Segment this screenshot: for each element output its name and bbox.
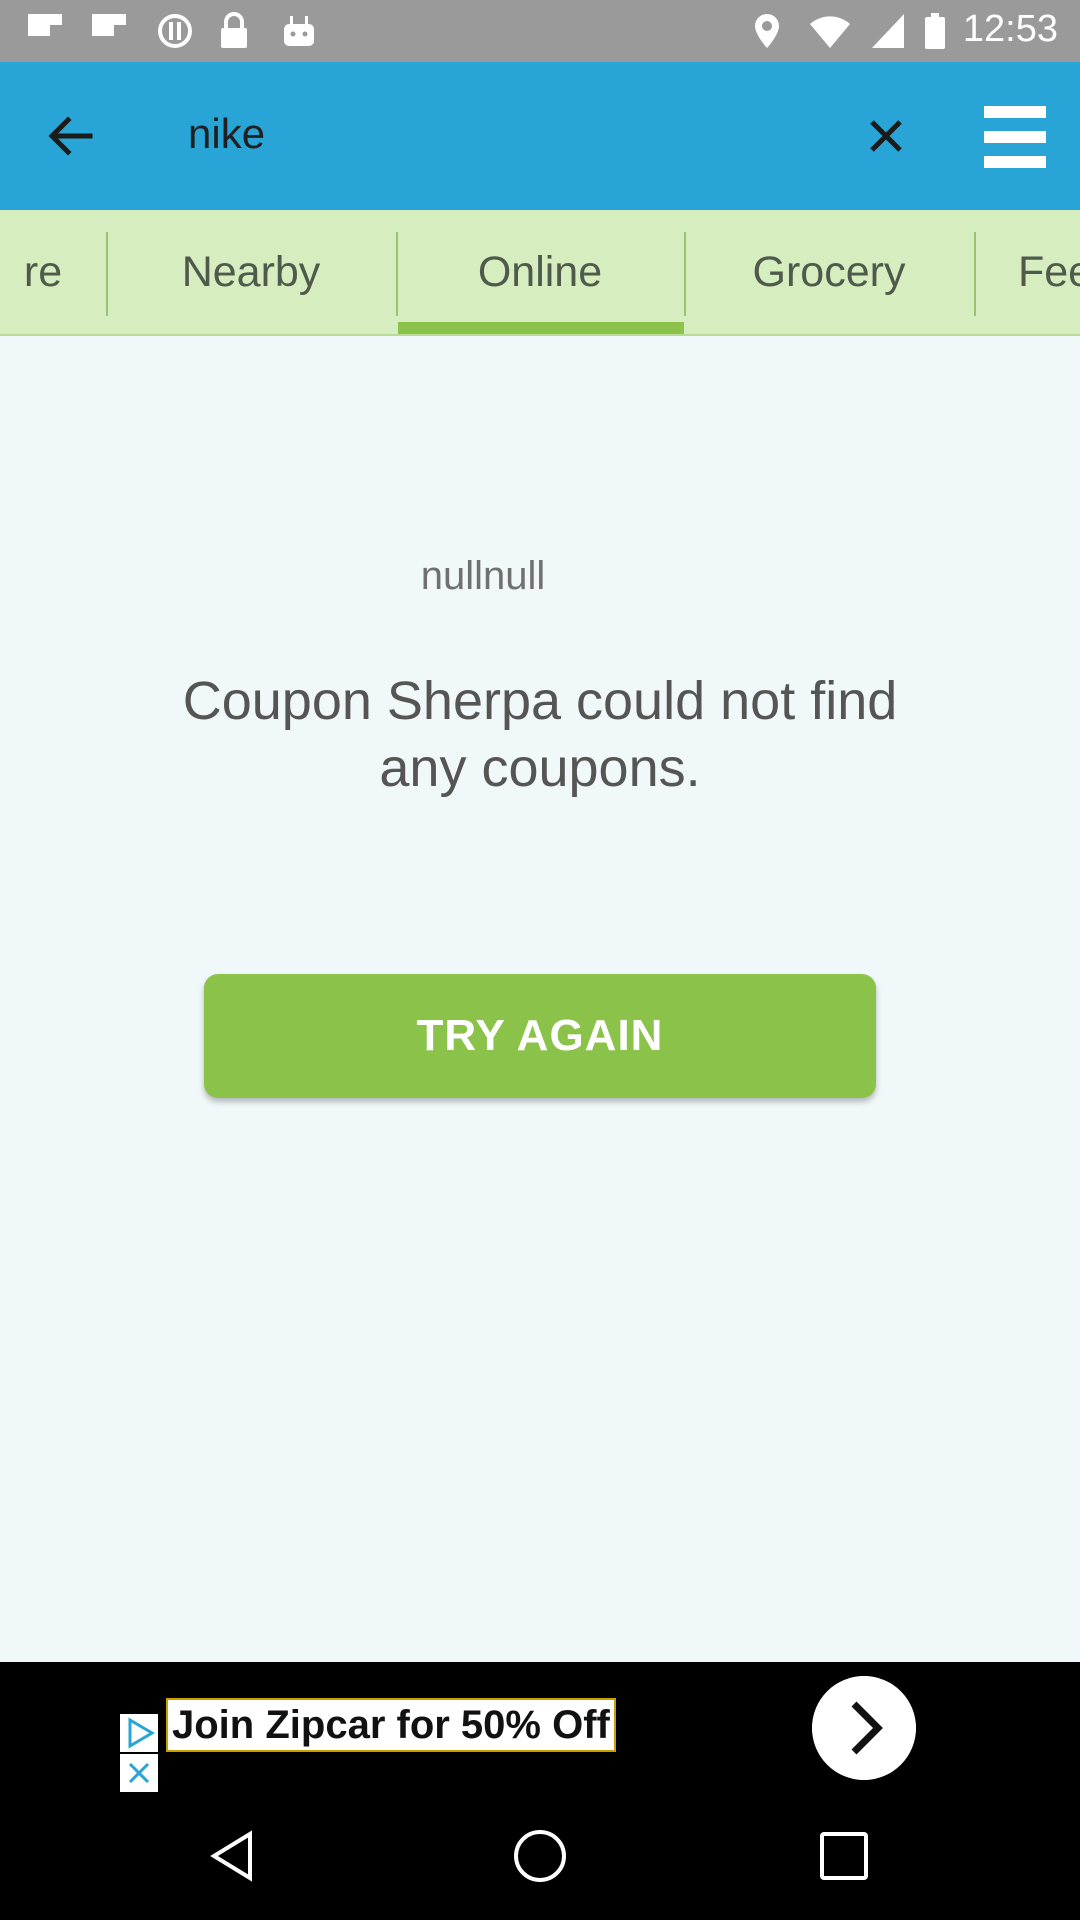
tab-label: re — [23, 247, 63, 296]
lock-icon — [221, 12, 247, 48]
ad-text[interactable]: Join Zipcar for 50% Off — [166, 1698, 616, 1752]
close-icon[interactable] — [120, 1754, 158, 1792]
search-query[interactable]: nike — [188, 110, 265, 158]
android-icon — [284, 16, 314, 46]
chevron-right-icon[interactable] — [812, 1676, 916, 1780]
tab-divider — [106, 232, 108, 316]
close-icon[interactable] — [856, 106, 916, 166]
tab-divider — [396, 232, 398, 316]
wifi-icon — [810, 16, 850, 48]
flipboard-icon — [28, 14, 62, 36]
ad-choices-icon[interactable] — [120, 1714, 158, 1752]
recents-nav-icon[interactable] — [814, 1826, 874, 1886]
tab-label: Nearby — [181, 247, 321, 296]
active-tab-indicator — [398, 322, 684, 334]
back-nav-icon[interactable] — [206, 1826, 266, 1886]
tab-grocery[interactable]: Grocery — [684, 210, 974, 334]
battery-icon — [925, 13, 945, 49]
tab-online[interactable]: Online — [396, 210, 684, 334]
back-arrow-icon[interactable] — [40, 106, 100, 166]
sync-icon — [158, 14, 192, 48]
try-again-button[interactable]: TRY AGAIN — [204, 974, 876, 1098]
app-bar: nike — [0, 62, 1080, 210]
tab-partial-left[interactable]: re — [0, 210, 106, 334]
empty-message: Coupon Sherpa could not find any coupons… — [182, 671, 898, 798]
flipboard-icon — [92, 14, 126, 36]
status-time: 12:53 — [962, 8, 1058, 50]
tab-label: Fee — [1018, 247, 1080, 296]
tab-label: Grocery — [752, 247, 906, 296]
system-nav-bar — [0, 1792, 1080, 1920]
main-content: nullnull Coupon Sherpa could not find an… — [0, 336, 1080, 1662]
signal-icon — [872, 14, 904, 48]
tab-nearby[interactable]: Nearby — [106, 210, 396, 334]
menu-icon[interactable] — [982, 102, 1048, 172]
category-tabs: re Nearby Online Grocery Fee — [0, 210, 1080, 336]
tab-divider — [974, 232, 976, 316]
status-bar: 12:53 — [0, 0, 1080, 62]
result-subtitle: nullnull — [420, 554, 546, 598]
tab-divider — [684, 232, 686, 316]
home-nav-icon[interactable] — [510, 1826, 570, 1886]
location-icon — [755, 14, 779, 48]
ad-banner[interactable]: Join Zipcar for 50% Off — [0, 1662, 1080, 1792]
tab-partial-right[interactable]: Fee — [974, 210, 1080, 334]
tab-label: Online — [477, 247, 603, 296]
